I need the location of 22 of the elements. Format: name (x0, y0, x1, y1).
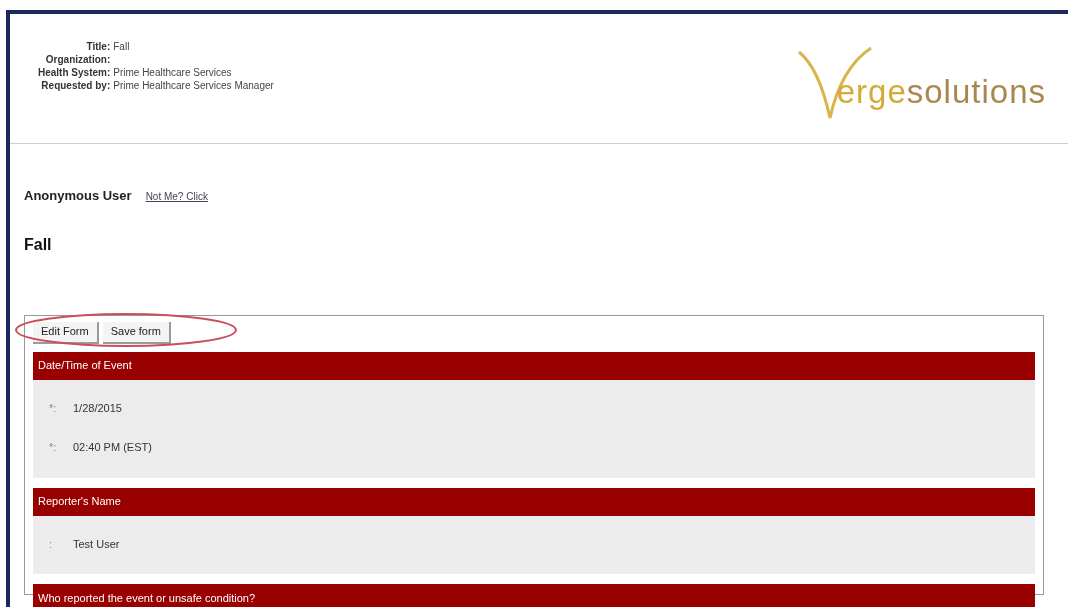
field-label: Title: (85, 40, 111, 53)
field-marker: : (49, 536, 54, 552)
logo-text: ergesolutions (836, 75, 1046, 108)
user-name: Anonymous User (24, 187, 132, 205)
field-label: Requested by: (40, 79, 111, 92)
field-value: Test User (73, 536, 120, 552)
field-label: Organization: (44, 53, 111, 66)
field-marker: *: (49, 400, 58, 416)
section-header: Reporter's Name (33, 487, 1035, 516)
section-header: Who reported the event or unsafe condition? (33, 584, 1035, 607)
not-me-link[interactable]: Not Me? Click (145, 189, 208, 204)
field-value: Prime Healthcare Services (113, 66, 233, 79)
form-button[interactable]: Save form (102, 321, 171, 344)
field-value: Prime Healthcare Services Manager (113, 79, 274, 92)
form-button[interactable]: Edit Form (33, 321, 99, 344)
field-label: Health System: (38, 66, 111, 79)
field-value: Fall (113, 40, 131, 53)
page-heading: Fall (24, 234, 53, 255)
field-value: 02:40 PM (EST) (73, 440, 152, 455)
field-value: 1/28/2015 (73, 400, 122, 416)
field-marker: *: (49, 440, 58, 455)
section-header: Date/Time of Event (33, 351, 1035, 380)
